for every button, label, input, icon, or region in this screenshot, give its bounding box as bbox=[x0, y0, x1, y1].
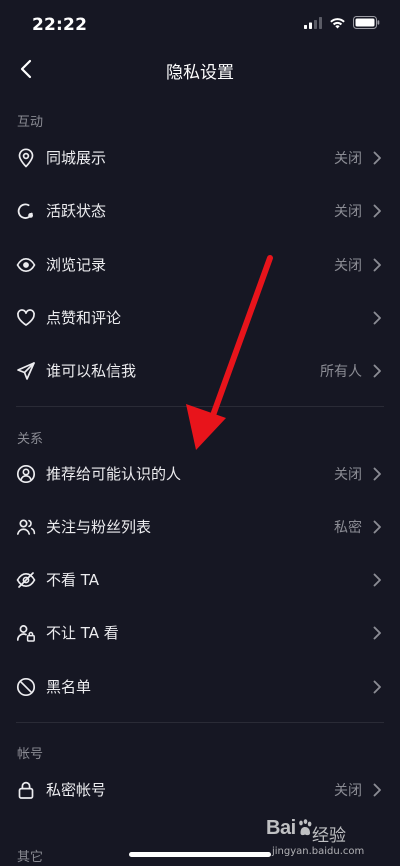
chevron-right-icon bbox=[372, 625, 382, 641]
page-title: 隐私设置 bbox=[166, 63, 234, 83]
chevron-right-icon bbox=[372, 782, 382, 798]
chevron-right-icon bbox=[372, 466, 382, 482]
activity-status-icon bbox=[16, 201, 36, 221]
setting-label: 点赞和评论 bbox=[46, 309, 122, 327]
lock-icon bbox=[16, 780, 36, 800]
battery-icon bbox=[353, 16, 380, 29]
watermark-name: 经验 bbox=[312, 826, 346, 846]
cellular-signal-icon bbox=[304, 16, 322, 29]
status-icons bbox=[304, 16, 380, 29]
setting-value: 关闭 bbox=[334, 258, 362, 274]
wifi-icon bbox=[329, 17, 346, 29]
section-label-account: 帐号 bbox=[17, 747, 44, 762]
section-label-interaction: 互动 bbox=[17, 115, 44, 130]
chevron-right-icon bbox=[372, 679, 382, 695]
setting-row-direct-message[interactable]: 谁可以私信我 所有人 bbox=[0, 345, 400, 397]
setting-label: 私密帐号 bbox=[46, 781, 107, 799]
setting-label: 黑名单 bbox=[46, 678, 92, 696]
paw-logo-icon bbox=[298, 819, 312, 837]
setting-row-activity-status[interactable]: 活跃状态 关闭 bbox=[0, 185, 400, 237]
annotation-arrow bbox=[0, 0, 400, 866]
setting-label: 不让 TA 看 bbox=[46, 624, 119, 642]
setting-value: 关闭 bbox=[334, 151, 362, 167]
setting-label: 关注与粉丝列表 bbox=[46, 518, 152, 536]
send-icon bbox=[16, 361, 36, 381]
eye-off-icon bbox=[16, 570, 36, 590]
setting-row-recommend-to-contacts[interactable]: 推荐给可能认识的人 关闭 bbox=[0, 448, 400, 500]
status-bar: 22:22 bbox=[0, 0, 400, 48]
setting-row-follow-fans-list[interactable]: 关注与粉丝列表 私密 bbox=[0, 501, 400, 553]
chevron-right-icon bbox=[372, 363, 382, 379]
setting-label: 活跃状态 bbox=[46, 202, 107, 220]
home-indicator[interactable] bbox=[129, 852, 271, 857]
chevron-right-icon bbox=[372, 257, 382, 273]
setting-value: 关闭 bbox=[334, 467, 362, 483]
section-label-relations: 关系 bbox=[17, 432, 44, 447]
section-label-other: 其它 bbox=[17, 850, 44, 865]
location-pin-icon bbox=[16, 148, 36, 168]
setting-row-blacklist[interactable]: 黑名单 bbox=[0, 661, 400, 713]
setting-row-private-account[interactable]: 私密帐号 关闭 bbox=[0, 764, 400, 816]
setting-label: 浏览记录 bbox=[46, 256, 107, 274]
chevron-right-icon bbox=[372, 150, 382, 166]
chevron-right-icon bbox=[372, 310, 382, 326]
chevron-right-icon bbox=[372, 203, 382, 219]
block-icon bbox=[16, 677, 36, 697]
heart-icon bbox=[16, 308, 36, 328]
setting-label: 同城展示 bbox=[46, 149, 107, 167]
users-icon bbox=[16, 517, 36, 537]
section-divider bbox=[16, 722, 384, 723]
setting-row-dont-see-them[interactable]: 不看 TA bbox=[0, 554, 400, 606]
status-time: 22:22 bbox=[32, 15, 88, 35]
setting-value: 私密 bbox=[334, 520, 362, 536]
setting-value: 关闭 bbox=[334, 204, 362, 220]
setting-label: 不看 TA bbox=[46, 571, 100, 589]
setting-row-likes-comments[interactable]: 点赞和评论 bbox=[0, 292, 400, 344]
navigation-bar: 隐私设置 bbox=[0, 48, 400, 92]
user-lock-icon bbox=[16, 623, 36, 643]
section-divider bbox=[16, 406, 384, 407]
setting-label: 推荐给可能认识的人 bbox=[46, 465, 182, 483]
chevron-right-icon bbox=[372, 519, 382, 535]
watermark-brand: Bai bbox=[266, 817, 296, 839]
eye-icon bbox=[16, 255, 36, 275]
setting-row-browsing-history[interactable]: 浏览记录 关闭 bbox=[0, 239, 400, 291]
user-circle-icon bbox=[16, 464, 36, 484]
setting-label: 谁可以私信我 bbox=[46, 362, 137, 380]
setting-value: 所有人 bbox=[320, 364, 362, 380]
setting-value: 关闭 bbox=[334, 783, 362, 799]
watermark-url: jingyan.baidu.com bbox=[272, 846, 365, 857]
baidu-jingyan-watermark: Bai 经验 jingyan.baidu.com bbox=[266, 815, 378, 863]
chevron-right-icon bbox=[372, 572, 382, 588]
setting-row-local-display[interactable]: 同城展示 关闭 bbox=[0, 132, 400, 184]
setting-row-hide-from-them[interactable]: 不让 TA 看 bbox=[0, 607, 400, 659]
